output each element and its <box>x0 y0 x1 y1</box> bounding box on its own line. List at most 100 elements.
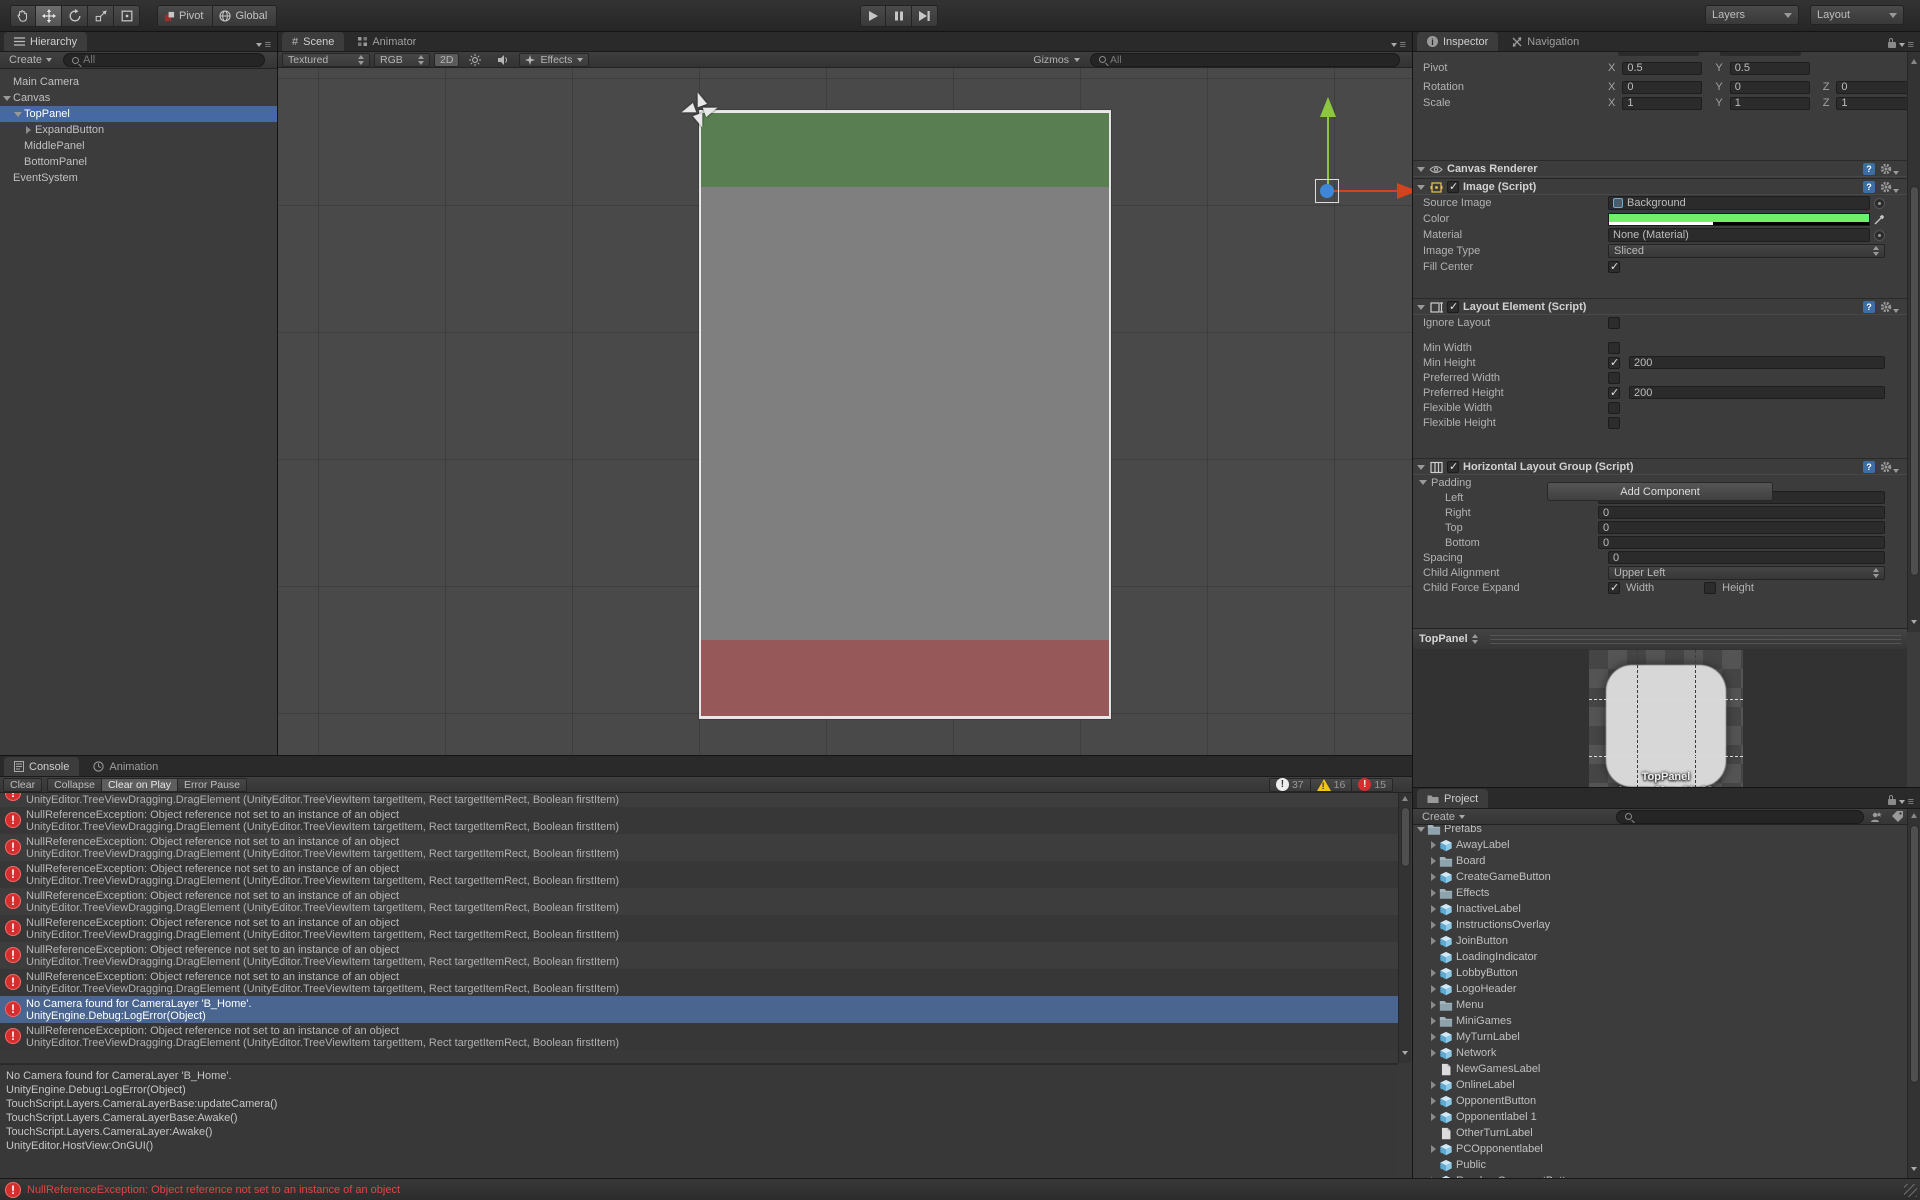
component-header-layout-element-script-[interactable]: Layout Element (Script)? <box>1413 298 1907 315</box>
project-item-otherturnlabel[interactable]: OtherTurnLabel <box>1413 1125 1907 1141</box>
object-field-source-image[interactable]: Background <box>1608 196 1870 210</box>
layout-dropdown[interactable]: Layout <box>1810 5 1904 25</box>
step-button[interactable] <box>912 5 938 27</box>
checkbox[interactable] <box>1608 342 1620 354</box>
disclosure-collapsed-icon[interactable] <box>1431 969 1436 977</box>
console-collapse-toggle[interactable]: Collapse <box>47 778 102 792</box>
disclosure-expanded-icon[interactable] <box>1419 480 1427 485</box>
render-channels-dropdown[interactable]: RGB <box>374 53 430 67</box>
project-item-joinbutton[interactable]: JoinButton <box>1413 933 1907 949</box>
disclosure-expanded-icon[interactable] <box>14 112 22 117</box>
global-toggle-button[interactable]: Global <box>213 5 277 27</box>
tab-hierarchy[interactable]: Hierarchy <box>4 32 87 51</box>
resize-grip[interactable] <box>1904 1184 1917 1197</box>
tab-animation[interactable]: Animation <box>83 757 168 776</box>
rect-tool-button[interactable] <box>114 5 140 27</box>
disclosure-expanded-icon[interactable] <box>1417 465 1425 470</box>
tab-scene[interactable]: # Scene <box>282 32 344 51</box>
hierarchy-search-input[interactable]: All <box>63 53 265 67</box>
value-field-min-height[interactable]: 200 <box>1629 356 1885 369</box>
hierarchy-item-canvas[interactable]: Canvas <box>0 90 277 106</box>
project-item-awaylabel[interactable]: AwayLabel <box>1413 837 1907 853</box>
hand-tool-button[interactable] <box>10 5 36 27</box>
add-component-button[interactable]: Add Component <box>1547 482 1773 501</box>
disclosure-collapsed-icon[interactable] <box>1431 857 1436 865</box>
gear-icon[interactable] <box>1880 163 1899 175</box>
disclosure-collapsed-icon[interactable] <box>1431 841 1436 849</box>
object-field-material[interactable]: None (Material) <box>1608 228 1870 242</box>
play-button[interactable] <box>860 5 886 27</box>
project-item-loadingindicator[interactable]: LoadingIndicator <box>1413 949 1907 965</box>
gizmos-dropdown[interactable]: Gizmos <box>1027 53 1086 67</box>
console-warning-count[interactable]: ! 16 <box>1311 778 1353 792</box>
project-item-prefabs[interactable]: Prefabs <box>1413 825 1907 837</box>
project-search-input[interactable] <box>1616 810 1864 824</box>
gear-icon[interactable] <box>1880 301 1899 313</box>
rect-anchor-gizmo[interactable] <box>683 94 717 128</box>
hierarchy-panel-menu[interactable]: ≡ <box>256 39 277 51</box>
help-book-icon[interactable]: ? <box>1863 181 1875 193</box>
scene-search-input[interactable]: All <box>1090 53 1400 67</box>
disclosure-collapsed-icon[interactable] <box>1431 921 1436 929</box>
disclosure-collapsed-icon[interactable] <box>1431 1001 1436 1009</box>
gizmo-x-arrowhead[interactable] <box>1397 183 1412 199</box>
disclosure-collapsed-icon[interactable] <box>1431 1081 1436 1089</box>
project-item-opponentlabel-1[interactable]: Opponentlabel 1 <box>1413 1109 1907 1125</box>
disclosure-collapsed-icon[interactable] <box>1431 985 1436 993</box>
project-item-menu[interactable]: Menu <box>1413 997 1907 1013</box>
project-item-minigames[interactable]: MiniGames <box>1413 1013 1907 1029</box>
object-picker-icon[interactable] <box>1874 230 1885 241</box>
help-book-icon[interactable]: ? <box>1863 163 1875 175</box>
project-item-opponentbutton[interactable]: OpponentButton <box>1413 1093 1907 1109</box>
disclosure-expanded-icon[interactable] <box>1417 185 1425 190</box>
console-error-pause-toggle[interactable]: Error Pause <box>178 778 247 792</box>
project-item-network[interactable]: Network <box>1413 1045 1907 1061</box>
search-by-type-icon[interactable] <box>1870 811 1883 823</box>
checkbox[interactable] <box>1608 582 1620 594</box>
console-entry-0[interactable]: !UnityEditor.TreeViewDragging.DragElemen… <box>0 793 1398 807</box>
disclosure-collapsed-icon[interactable] <box>1431 889 1436 897</box>
project-item-newgameslabel[interactable]: NewGamesLabel <box>1413 1061 1907 1077</box>
scene-audio-toggle[interactable] <box>491 53 515 67</box>
eyedropper-icon[interactable] <box>1874 214 1885 225</box>
console-entry-2[interactable]: !NullReferenceException: Object referenc… <box>0 834 1398 861</box>
gear-icon[interactable] <box>1880 181 1899 193</box>
project-item-board[interactable]: Board <box>1413 853 1907 869</box>
project-item-effects[interactable]: Effects <box>1413 885 1907 901</box>
console-entry-7[interactable]: !NullReferenceException: Object referenc… <box>0 969 1398 996</box>
status-bar[interactable]: ! NullReferenceException: Object referen… <box>0 1178 1920 1200</box>
hierarchy-item-bottompanel[interactable]: BottomPanel <box>0 154 277 170</box>
disclosure-expanded-icon[interactable] <box>1417 305 1425 310</box>
gizmo-y-arrowhead[interactable] <box>1320 97 1336 117</box>
value-field-right[interactable]: 0 <box>1598 506 1885 519</box>
checkbox[interactable] <box>1608 417 1620 429</box>
move-tool-button[interactable] <box>36 5 62 27</box>
value-field-bottom[interactable]: 0 <box>1598 536 1885 549</box>
scene-lighting-toggle[interactable] <box>463 53 487 67</box>
tab-project[interactable]: Project <box>1417 789 1488 808</box>
dropdown-image-type[interactable]: Sliced <box>1608 244 1885 258</box>
pause-button[interactable] <box>886 5 912 27</box>
disclosure-collapsed-icon[interactable] <box>1431 873 1436 881</box>
effects-dropdown[interactable]: Effects <box>519 53 589 67</box>
scrollbar-thumb[interactable] <box>1910 825 1919 1083</box>
console-error-count[interactable]: ! 15 <box>1352 778 1393 792</box>
dropdown-child-alignment[interactable]: Upper Left <box>1608 566 1885 580</box>
hierarchy-item-expandbutton[interactable]: ExpandButton <box>0 122 277 138</box>
value-field-x[interactable]: 1 <box>1622 97 1702 110</box>
object-picker-icon[interactable] <box>1874 198 1885 209</box>
hierarchy-item-eventsystem[interactable]: EventSystem <box>0 170 277 186</box>
tab-animator[interactable]: Animator <box>348 32 426 51</box>
disclosure-collapsed-icon[interactable] <box>1431 1145 1436 1153</box>
tab-console[interactable]: Console <box>4 757 79 776</box>
scene-panel-menu[interactable]: ≡ <box>1391 39 1412 51</box>
tab-inspector[interactable]: i Inspector <box>1417 32 1498 51</box>
hierarchy-item-middlepanel[interactable]: MiddlePanel <box>0 138 277 154</box>
gizmo-center-handle[interactable] <box>1320 184 1334 198</box>
disclosure-collapsed-icon[interactable] <box>1431 1017 1436 1025</box>
inspector-panel-menu[interactable]: ≡ <box>1888 39 1920 51</box>
shading-mode-dropdown[interactable]: Textured <box>282 53 370 67</box>
project-item-creategamebutton[interactable]: CreateGameButton <box>1413 869 1907 885</box>
component-header-horizontal-layout-group-script-[interactable]: Horizontal Layout Group (Script)? <box>1413 458 1907 475</box>
project-item-instructionsoverlay[interactable]: InstructionsOverlay <box>1413 917 1907 933</box>
